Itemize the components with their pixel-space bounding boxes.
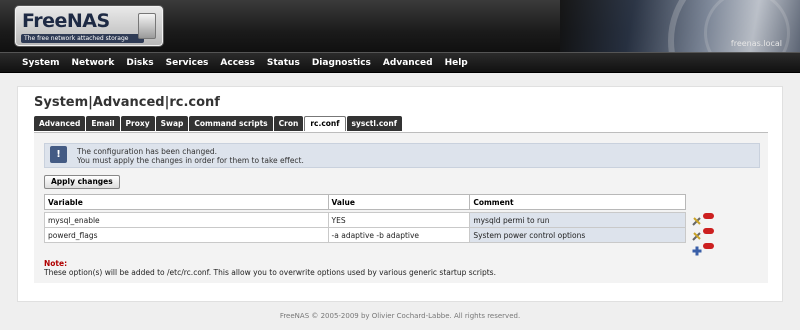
tab-swap[interactable]: Swap: [155, 116, 189, 131]
header-comment: Comment: [469, 194, 686, 210]
cell-comment: mysqld permi to run: [469, 212, 686, 228]
cell-value: -a adaptive -b adaptive: [327, 227, 471, 243]
nav-advanced[interactable]: Advanced: [377, 58, 439, 68]
notice-line-1: The configuration has been changed.: [77, 147, 217, 156]
note-text: These option(s) will be added to /etc/rc…: [44, 268, 496, 277]
header-variable: Variable: [44, 194, 329, 210]
edit-icon[interactable]: [692, 226, 702, 241]
tab-content: ! The configuration has been changed. Yo…: [34, 132, 768, 283]
note-label: Note:: [44, 259, 68, 268]
tab-cron[interactable]: Cron: [273, 116, 304, 131]
nav-diagnostics[interactable]: Diagnostics: [306, 58, 377, 68]
nav-status[interactable]: Status: [261, 58, 306, 68]
table-header-row: Variable Value Comment: [44, 194, 686, 210]
main-nav: System Network Disks Services Access Sta…: [0, 52, 800, 73]
info-icon: !: [50, 146, 67, 163]
edit-icon[interactable]: [692, 211, 702, 226]
cell-value: YES: [327, 212, 471, 228]
tab-sysctl-conf[interactable]: sysctl.conf: [346, 116, 403, 131]
delete-icon[interactable]: [703, 243, 714, 249]
rcconf-table: Variable Value Comment mysql_enable YES …: [44, 194, 686, 243]
tab-advanced[interactable]: Advanced: [34, 116, 86, 131]
nav-network[interactable]: Network: [66, 58, 121, 68]
info-notice: ! The configuration has been changed. Yo…: [44, 143, 760, 168]
tab-bar: Advanced Email Proxy Swap Command script…: [34, 116, 403, 131]
delete-icon[interactable]: [703, 228, 714, 234]
tab-proxy[interactable]: Proxy: [120, 116, 155, 131]
table-row[interactable]: powerd_flags -a adaptive -b adaptive Sys…: [44, 227, 686, 243]
delete-icon[interactable]: [703, 213, 714, 219]
logo-server-icon: [138, 13, 156, 39]
footer-copyright: FreeNAS © 2005-2009 by Olivier Cochard-L…: [279, 312, 521, 320]
notice-line-2: You must apply the changes in order for …: [77, 156, 304, 165]
table-row[interactable]: mysql_enable YES mysqld permi to run: [44, 212, 686, 228]
nav-system[interactable]: System: [16, 58, 66, 68]
nav-help[interactable]: Help: [439, 58, 474, 68]
logo-tagline: The free network attached storage: [21, 34, 144, 43]
tab-command-scripts[interactable]: Command scripts: [189, 116, 273, 131]
cell-comment: System power control options: [469, 227, 686, 243]
page-title: System|Advanced|rc.conf: [34, 95, 220, 110]
nav-access[interactable]: Access: [214, 58, 260, 68]
tab-rc-conf[interactable]: rc.conf: [304, 116, 346, 131]
logo-title: FreeNAS: [22, 10, 110, 32]
hostname: freenas.local: [730, 39, 782, 48]
cell-variable: mysql_enable: [44, 212, 329, 228]
tab-email[interactable]: Email: [86, 116, 120, 131]
add-icon[interactable]: [692, 241, 702, 256]
main-panel: System|Advanced|rc.conf Advanced Email P…: [17, 86, 783, 302]
freenas-logo[interactable]: FreeNAS The free network attached storag…: [15, 6, 163, 46]
nav-disks[interactable]: Disks: [120, 58, 159, 68]
header: FreeNAS The free network attached storag…: [0, 0, 800, 52]
cell-variable: powerd_flags: [44, 227, 329, 243]
nav-services[interactable]: Services: [160, 58, 215, 68]
apply-changes-button[interactable]: Apply changes: [44, 175, 120, 189]
header-value: Value: [327, 194, 471, 210]
